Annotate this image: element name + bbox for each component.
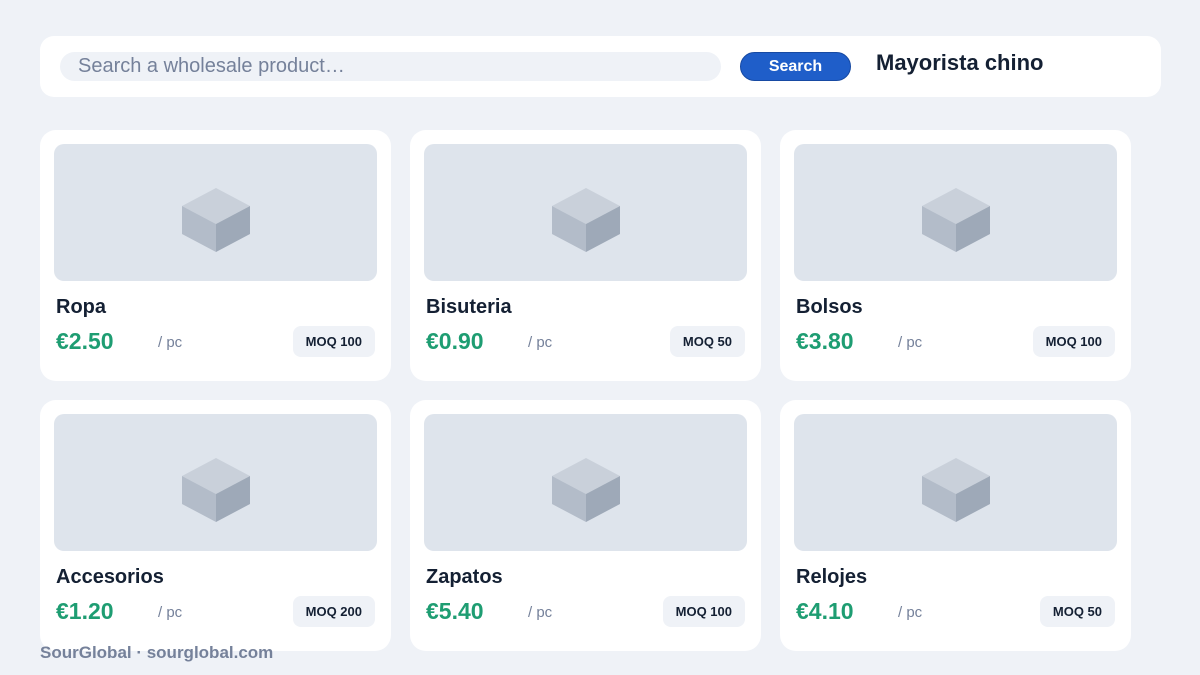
product-unit: / pc (158, 334, 183, 351)
footer-brand: SourGlobal · sourglobal.com (40, 643, 274, 662)
product-price: €1.20 (56, 598, 114, 624)
product-name: Bolsos (796, 296, 863, 318)
product-thumbnail (54, 144, 377, 281)
page: Search Mayorista chino Ropa €2.50 / pc M… (0, 0, 1200, 675)
moq-badge: MOQ 100 (292, 326, 375, 357)
box-icon (182, 188, 250, 252)
box-icon (552, 188, 620, 252)
product-unit: / pc (898, 334, 923, 351)
product-unit: / pc (528, 604, 553, 621)
product-card-ropa[interactable]: Ropa €2.50 / pc MOQ 100 (40, 130, 391, 381)
box-icon (922, 188, 990, 252)
product-name: Relojes (796, 566, 868, 588)
product-price: €0.90 (426, 328, 484, 354)
moq-badge: MOQ 100 (1032, 326, 1115, 357)
product-card-relojes[interactable]: Relojes €4.10 / pc MOQ 50 (780, 400, 1131, 651)
product-card-zapatos[interactable]: Zapatos €5.40 / pc MOQ 100 (410, 400, 761, 651)
product-thumbnail (794, 144, 1117, 281)
product-card-accesorios[interactable]: Accesorios €1.20 / pc MOQ 200 (40, 400, 391, 651)
product-thumbnail (54, 414, 377, 551)
product-name: Ropa (56, 296, 106, 318)
box-icon (922, 458, 990, 522)
product-thumbnail (424, 144, 747, 281)
page-title: Mayorista chino (876, 50, 1044, 75)
moq-badge: MOQ 100 (662, 596, 745, 627)
moq-badge: MOQ 200 (292, 596, 375, 627)
product-unit: / pc (898, 604, 923, 621)
product-unit: / pc (158, 604, 183, 621)
search-button[interactable]: Search (740, 52, 851, 81)
product-thumbnail (794, 414, 1117, 551)
box-icon (182, 458, 250, 522)
product-name: Zapatos (426, 566, 503, 588)
product-name: Bisuteria (426, 296, 512, 318)
product-card-bolsos[interactable]: Bolsos €3.80 / pc MOQ 100 (780, 130, 1131, 381)
product-name: Accesorios (56, 566, 164, 588)
box-icon (552, 458, 620, 522)
product-price: €5.40 (426, 598, 484, 624)
product-thumbnail (424, 414, 747, 551)
moq-badge: MOQ 50 (669, 326, 745, 357)
search-input[interactable] (60, 52, 721, 81)
moq-badge: MOQ 50 (1039, 596, 1115, 627)
product-unit: / pc (528, 334, 553, 351)
header-bar: Search Mayorista chino (40, 36, 1161, 97)
product-price: €4.10 (796, 598, 854, 624)
product-price: €2.50 (56, 328, 114, 354)
product-card-bisuteria[interactable]: Bisuteria €0.90 / pc MOQ 50 (410, 130, 761, 381)
product-price: €3.80 (796, 328, 854, 354)
